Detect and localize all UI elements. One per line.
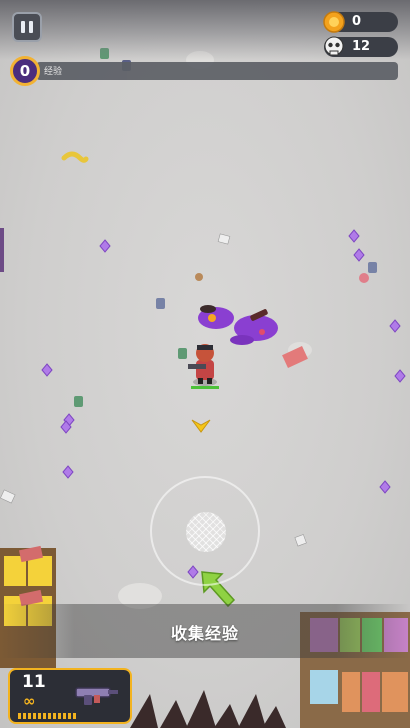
xp-label: 经验 bbox=[44, 67, 63, 77]
ammo-count: 11 bbox=[22, 672, 46, 692]
kill-counter: 12 bbox=[324, 36, 398, 57]
pause-icon bbox=[21, 21, 25, 33]
xp-bar: 经验 bbox=[36, 62, 398, 80]
kill-count: 12 bbox=[352, 39, 371, 54]
level-badge: 0 bbox=[10, 56, 40, 86]
banana-peel bbox=[61, 151, 89, 163]
ammo-pips bbox=[18, 713, 78, 719]
yellow-chevron-icon bbox=[191, 419, 211, 433]
can-item bbox=[74, 48, 377, 407]
joystick-knob[interactable] bbox=[186, 512, 226, 552]
tutorial-hint: 收集经验 bbox=[170, 624, 239, 643]
skull-icon bbox=[324, 36, 344, 56]
weapon-card[interactable]: 11 ∞ bbox=[8, 668, 132, 724]
coin-count: 0 bbox=[352, 14, 362, 29]
spikes bbox=[130, 690, 286, 728]
paper-litter bbox=[0, 233, 307, 547]
pause-icon-bar bbox=[29, 21, 33, 33]
tutorial-banner: 收集经验 bbox=[0, 604, 410, 658]
virtual-joystick[interactable] bbox=[150, 476, 260, 586]
player-character bbox=[188, 344, 219, 389]
enemy-splat bbox=[198, 305, 278, 345]
pause-button[interactable] bbox=[12, 12, 42, 42]
reserve-ammo: ∞ bbox=[23, 692, 36, 710]
coin-icon bbox=[323, 11, 345, 33]
coin-counter: 0 bbox=[323, 11, 398, 33]
gun-icon bbox=[75, 687, 118, 705]
